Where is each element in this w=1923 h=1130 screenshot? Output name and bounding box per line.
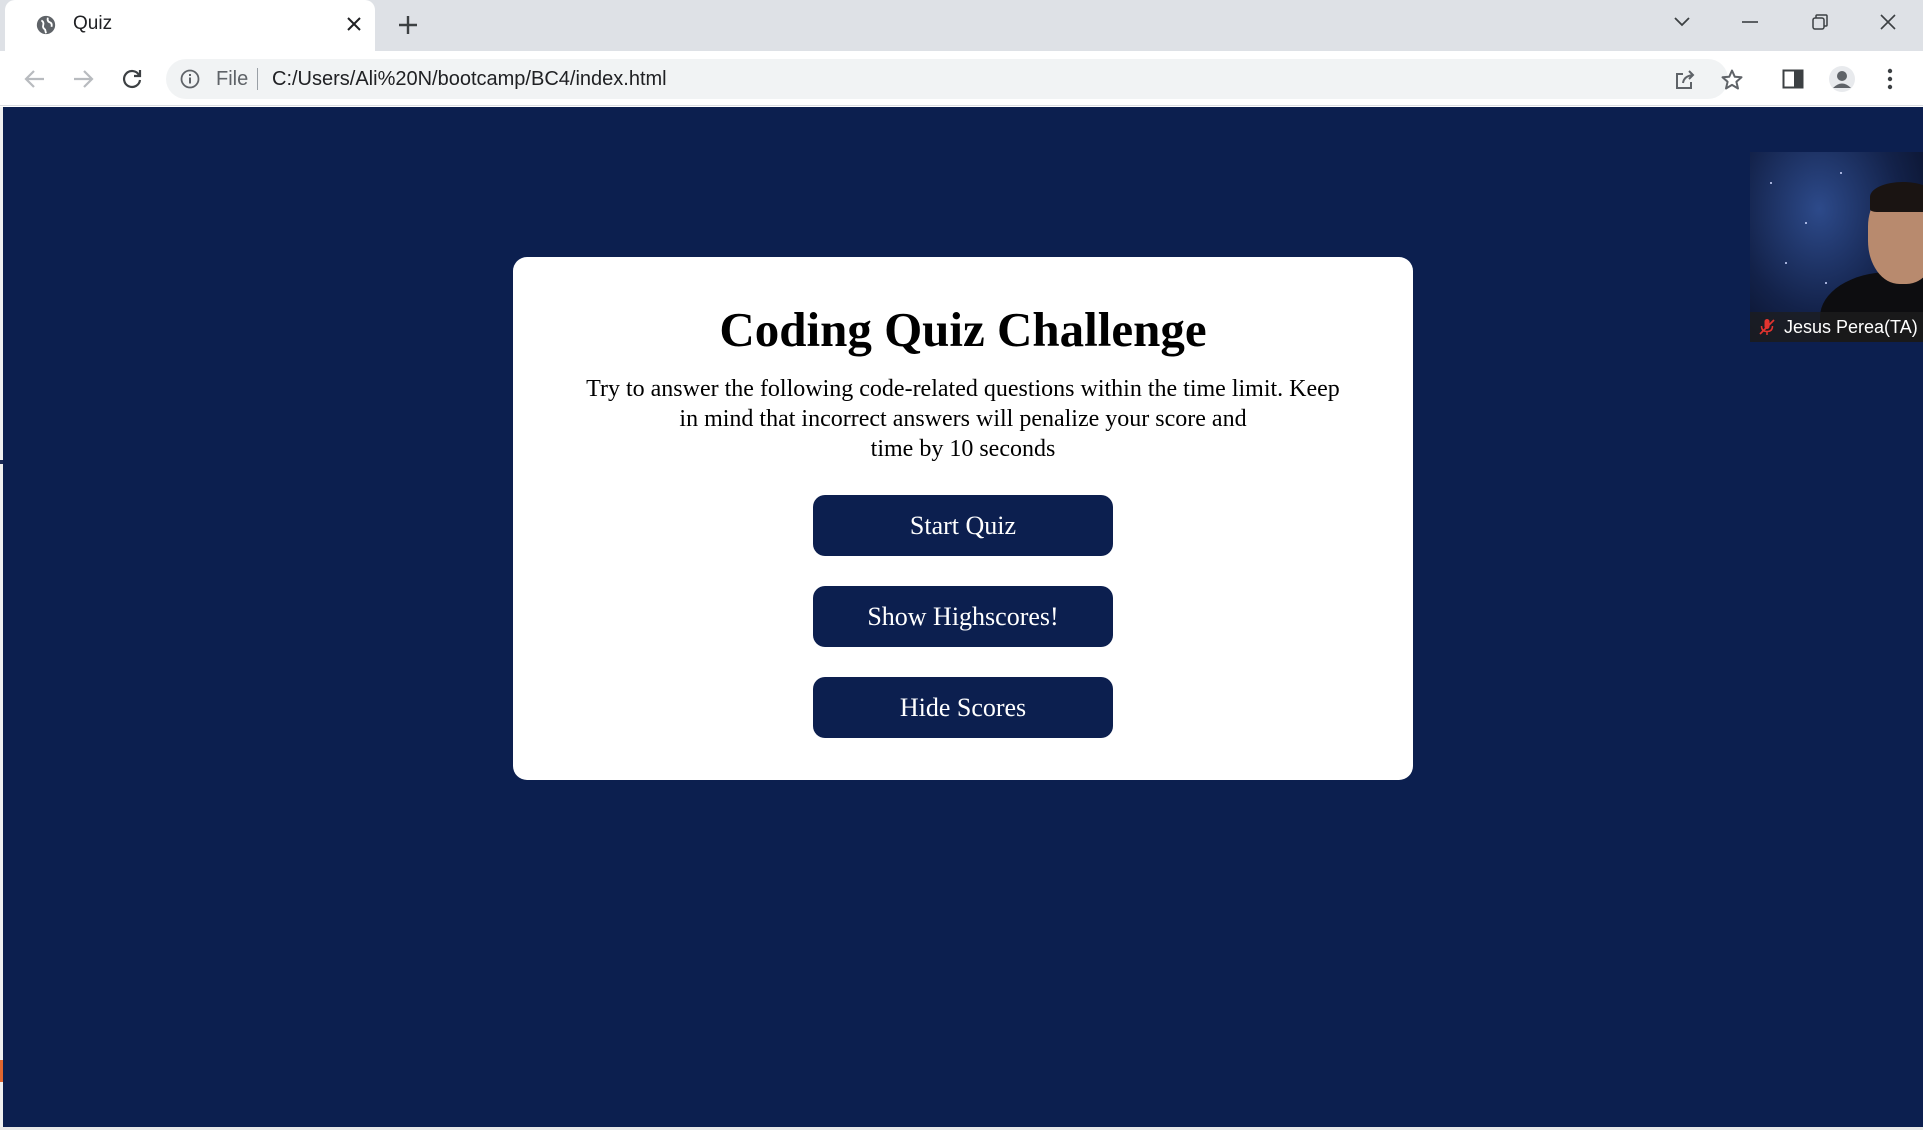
star-dot xyxy=(1770,182,1772,184)
mic-off-icon xyxy=(1759,319,1775,335)
description-line: time by 10 seconds xyxy=(870,436,1056,462)
star-dot xyxy=(1840,172,1842,174)
start-quiz-button[interactable]: Start Quiz xyxy=(813,495,1113,556)
kebab-menu-icon[interactable] xyxy=(1875,64,1905,94)
show-highscores-button[interactable]: Show Highscores! xyxy=(813,586,1113,647)
star-dot xyxy=(1785,262,1787,264)
url-text[interactable]: C:/Users/Ali%20N/bootcamp/BC4/index.html xyxy=(272,68,667,91)
chevron-down-icon[interactable] xyxy=(1665,8,1699,36)
quiz-description: Try to answer the following code-related… xyxy=(553,374,1373,464)
restore-icon[interactable] xyxy=(1803,8,1837,36)
participant-figure xyxy=(1870,182,1923,212)
window-close-icon[interactable] xyxy=(1871,8,1905,36)
video-tile[interactable]: Jesus Perea(TA) xyxy=(1750,152,1923,342)
description-line: Try to answer the following code-related… xyxy=(586,376,1340,402)
browser-toolbar: File C:/Users/Ali%20N/bootcamp/BC4/index… xyxy=(0,51,1923,106)
url-scheme: File xyxy=(216,68,249,90)
address-bar[interactable]: File C:/Users/Ali%20N/bootcamp/BC4/index… xyxy=(166,59,1743,99)
side-panel-icon[interactable] xyxy=(1778,64,1808,94)
tab-quiz[interactable]: Quiz xyxy=(5,0,375,51)
share-icon[interactable] xyxy=(1672,67,1698,93)
forward-icon[interactable] xyxy=(68,64,98,94)
plus-icon[interactable] xyxy=(394,11,422,39)
tab-title: Quiz xyxy=(73,13,113,34)
globe-icon xyxy=(36,15,56,35)
divider xyxy=(257,68,258,90)
info-icon[interactable] xyxy=(180,69,200,89)
star-dot xyxy=(1825,282,1827,284)
description-line: in mind that incorrect answers will pena… xyxy=(679,406,1247,432)
star-dot xyxy=(1805,222,1807,224)
star-icon[interactable] xyxy=(1719,67,1745,93)
quiz-card: Coding Quiz Challenge Try to answer the … xyxy=(513,257,1413,780)
tab-strip: Quiz xyxy=(0,0,1923,51)
hide-scores-button[interactable]: Hide Scores xyxy=(813,677,1113,738)
profile-icon[interactable] xyxy=(1827,64,1857,94)
back-icon[interactable] xyxy=(20,64,50,94)
close-icon[interactable] xyxy=(342,12,366,36)
participant-label: Jesus Perea(TA) xyxy=(1750,312,1923,342)
participant-name: Jesus Perea(TA) xyxy=(1784,316,1918,337)
page-title: Coding Quiz Challenge xyxy=(719,302,1207,357)
reload-icon[interactable] xyxy=(117,64,147,94)
minimize-icon[interactable] xyxy=(1733,8,1767,36)
